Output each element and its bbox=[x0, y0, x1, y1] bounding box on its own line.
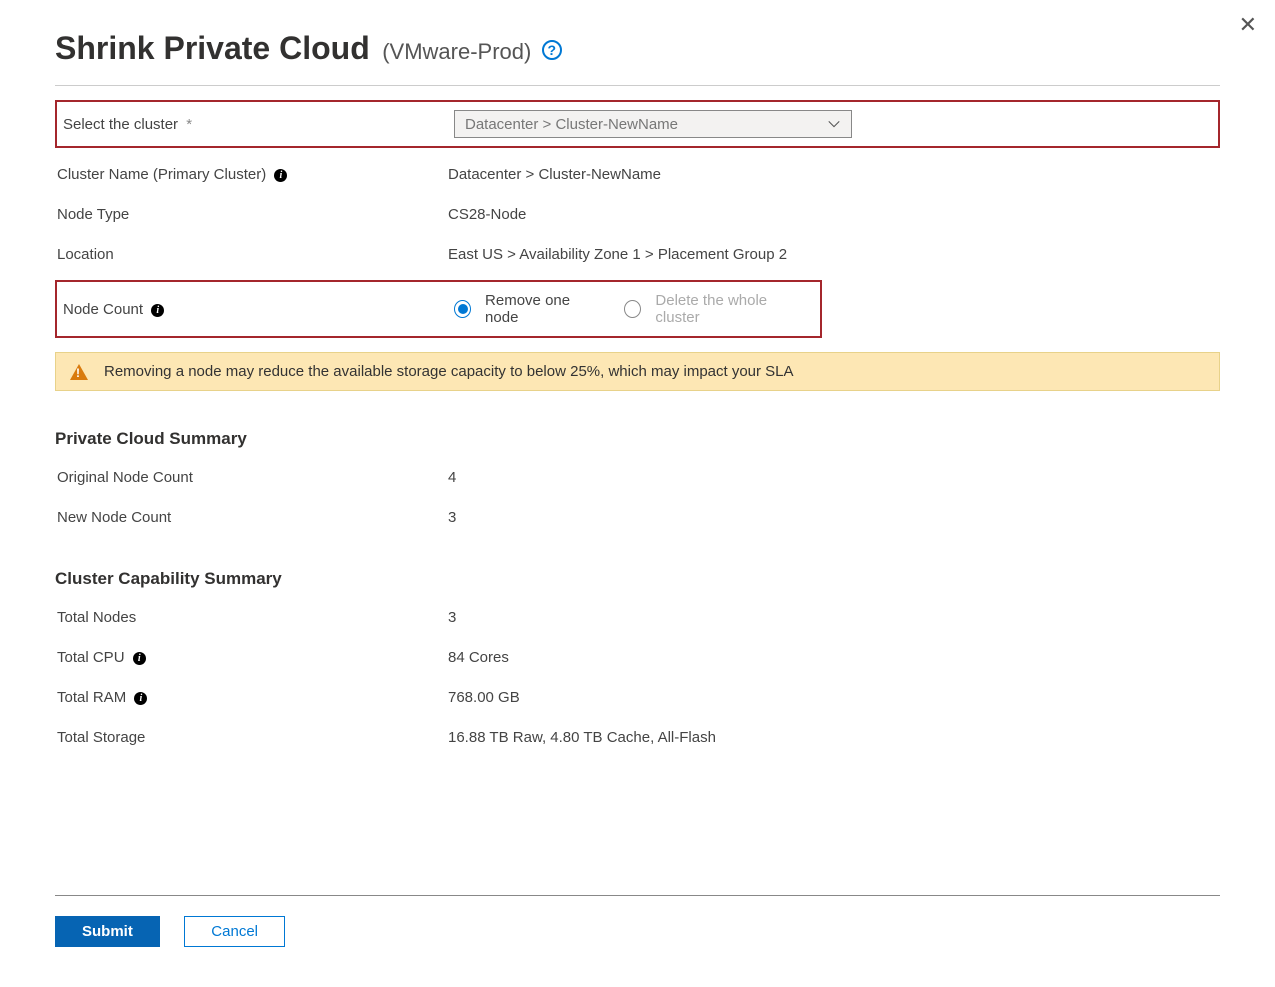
page-title: Shrink Private Cloud bbox=[55, 30, 370, 66]
radio-remove-one-node-label: Remove one node bbox=[485, 292, 600, 326]
info-icon[interactable]: i bbox=[134, 692, 147, 705]
cluster-capability-heading: Cluster Capability Summary bbox=[55, 569, 1220, 589]
total-storage-label: Total Storage bbox=[55, 729, 448, 746]
select-cluster-label: Select the cluster * bbox=[61, 116, 454, 133]
warning-banner: Removing a node may reduce the available… bbox=[55, 352, 1220, 391]
original-node-count-value: 4 bbox=[448, 469, 1220, 486]
warning-icon bbox=[70, 364, 88, 380]
radio-remove-one-node[interactable] bbox=[454, 300, 471, 318]
cluster-select-highlight: Select the cluster * Datacenter > Cluste… bbox=[55, 100, 1220, 148]
node-type-value: CS28-Node bbox=[448, 206, 1220, 223]
total-storage-value: 16.88 TB Raw, 4.80 TB Cache, All-Flash bbox=[448, 729, 1220, 746]
info-icon[interactable]: i bbox=[133, 652, 146, 665]
page-subtitle: (VMware-Prod) bbox=[382, 39, 531, 64]
warning-text: Removing a node may reduce the available… bbox=[104, 363, 794, 380]
private-cloud-summary-heading: Private Cloud Summary bbox=[55, 429, 1220, 449]
node-type-label: Node Type bbox=[55, 206, 448, 223]
location-label: Location bbox=[55, 246, 448, 263]
node-count-highlight: Node Count i Remove one node Delete the … bbox=[55, 280, 822, 338]
info-icon[interactable]: i bbox=[151, 304, 164, 317]
total-cpu-value: 84 Cores bbox=[448, 649, 1220, 666]
total-cpu-label: Total CPU i bbox=[55, 649, 448, 666]
close-button[interactable]: ✕ bbox=[1239, 12, 1257, 38]
cluster-name-value: Datacenter > Cluster-NewName bbox=[448, 166, 1220, 183]
cluster-name-label: Cluster Name (Primary Cluster) i bbox=[55, 166, 448, 183]
footer: Submit Cancel bbox=[55, 895, 1220, 947]
original-node-count-label: Original Node Count bbox=[55, 469, 448, 486]
cluster-name-label-text: Cluster Name (Primary Cluster) bbox=[57, 166, 266, 183]
chevron-down-icon bbox=[827, 117, 841, 131]
help-icon[interactable]: ? bbox=[542, 40, 562, 60]
required-marker: * bbox=[186, 116, 192, 133]
total-nodes-label: Total Nodes bbox=[55, 609, 448, 626]
dropdown-selected-value: Datacenter > Cluster-NewName bbox=[465, 116, 678, 133]
node-count-label-text: Node Count bbox=[63, 301, 143, 318]
radio-delete-cluster[interactable] bbox=[624, 300, 641, 318]
new-node-count-label: New Node Count bbox=[55, 509, 448, 526]
new-node-count-value: 3 bbox=[448, 509, 1220, 526]
node-count-label: Node Count i bbox=[61, 301, 454, 318]
total-ram-label-text: Total RAM bbox=[57, 689, 126, 706]
submit-button[interactable]: Submit bbox=[55, 916, 160, 947]
select-cluster-label-text: Select the cluster bbox=[63, 116, 178, 133]
footer-divider bbox=[55, 895, 1220, 896]
total-ram-label: Total RAM i bbox=[55, 689, 448, 706]
info-icon[interactable]: i bbox=[274, 169, 287, 182]
close-icon: ✕ bbox=[1239, 12, 1257, 37]
select-cluster-dropdown[interactable]: Datacenter > Cluster-NewName bbox=[454, 110, 852, 138]
total-cpu-label-text: Total CPU bbox=[57, 649, 125, 666]
location-value: East US > Availability Zone 1 > Placemen… bbox=[448, 246, 1220, 263]
header-divider bbox=[55, 85, 1220, 86]
radio-delete-cluster-label: Delete the whole cluster bbox=[655, 292, 806, 326]
cancel-button[interactable]: Cancel bbox=[184, 916, 285, 947]
total-ram-value: 768.00 GB bbox=[448, 689, 1220, 706]
total-nodes-value: 3 bbox=[448, 609, 1220, 626]
page-header: Shrink Private Cloud (VMware-Prod) ? bbox=[55, 30, 1220, 67]
